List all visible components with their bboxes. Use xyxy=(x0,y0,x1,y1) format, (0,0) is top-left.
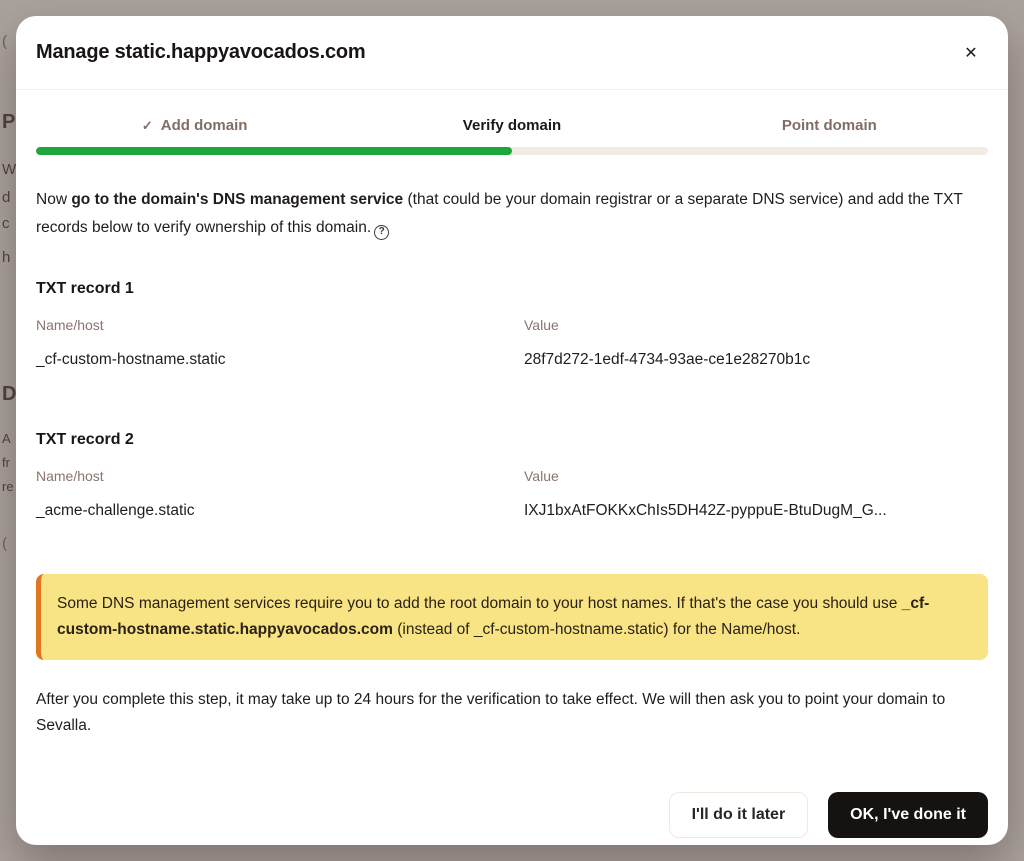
help-icon[interactable]: ? xyxy=(374,225,389,240)
step-add-domain: ✓ Add domain xyxy=(36,117,353,134)
manage-domain-modal: Manage static.happyavocados.com ✕ ✓ Add … xyxy=(16,16,1008,845)
name-host-column-header: Name/host xyxy=(36,317,524,333)
close-icon[interactable]: ✕ xyxy=(954,36,988,70)
step-label: Point domain xyxy=(782,117,877,134)
progress-bar xyxy=(36,147,988,155)
step-verify-domain: Verify domain xyxy=(353,117,670,134)
step-point-domain: Point domain xyxy=(671,117,988,134)
do-it-later-button[interactable]: I'll do it later xyxy=(669,792,809,838)
record-value: 28f7d272-1edf-4734-93ae-ce1e28270b1c xyxy=(524,351,988,369)
backdrop-fragment: h xyxy=(2,250,10,265)
record-value-row: _acme-challenge.static IXJ1bxAtFOKKxChIs… xyxy=(36,502,988,520)
backdrop-fragment: A xyxy=(2,432,11,445)
backdrop-fragment: c xyxy=(2,216,10,231)
intro-prefix: Now xyxy=(36,191,71,208)
step-label: Verify domain xyxy=(463,117,561,134)
txt-record-1: TXT record 1 Name/host Value _cf-custom-… xyxy=(36,280,988,369)
record-header-row: Name/host Value xyxy=(36,468,988,484)
verification-footnote: After you complete this step, it may tak… xyxy=(36,687,988,739)
backdrop-fragment: D xyxy=(2,384,16,404)
backdrop-fragment: W xyxy=(2,162,16,177)
backdrop-fragment: d xyxy=(2,190,10,205)
name-host-column-header: Name/host xyxy=(36,468,524,484)
record-header-row: Name/host Value xyxy=(36,317,988,333)
modal-body: ✓ Add domain Verify domain Point domain … xyxy=(16,117,1008,739)
record-title: TXT record 1 xyxy=(36,280,988,298)
backdrop-fragment: ( xyxy=(2,34,7,49)
value-column-header: Value xyxy=(524,468,988,484)
modal-title: Manage static.happyavocados.com xyxy=(36,41,365,64)
record-name-host: _acme-challenge.static xyxy=(36,502,524,520)
record-value-row: _cf-custom-hostname.static 28f7d272-1edf… xyxy=(36,351,988,369)
step-label: Add domain xyxy=(161,117,248,134)
callout-prefix: Some DNS management services require you… xyxy=(57,595,902,612)
modal-footer: I'll do it later OK, I've done it xyxy=(669,792,988,838)
backdrop-fragment: fr xyxy=(2,456,10,469)
modal-header: Manage static.happyavocados.com ✕ xyxy=(16,16,1008,90)
backdrop-fragment: ( xyxy=(2,536,7,551)
backdrop-fragment: re xyxy=(2,480,14,493)
ok-done-button[interactable]: OK, I've done it xyxy=(828,792,988,838)
intro-text: Now go to the domain's DNS management se… xyxy=(36,186,988,242)
callout-suffix: (instead of _cf-custom-hostname.static) … xyxy=(393,621,800,638)
intro-bold: go to the domain's DNS management servic… xyxy=(71,191,403,208)
record-title: TXT record 2 xyxy=(36,431,988,449)
record-name-host: _cf-custom-hostname.static xyxy=(36,351,524,369)
progress-bar-fill xyxy=(36,147,512,155)
wizard-stepper: ✓ Add domain Verify domain Point domain xyxy=(36,117,988,134)
backdrop-fragment: P xyxy=(2,112,15,132)
check-icon: ✓ xyxy=(142,118,153,134)
value-column-header: Value xyxy=(524,317,988,333)
record-value: IXJ1bxAtFOKKxChIs5DH42Z-pyppuE-BtuDugM_G… xyxy=(524,502,988,520)
dns-warning-callout: Some DNS management services require you… xyxy=(36,574,988,660)
txt-record-2: TXT record 2 Name/host Value _acme-chall… xyxy=(36,431,988,520)
